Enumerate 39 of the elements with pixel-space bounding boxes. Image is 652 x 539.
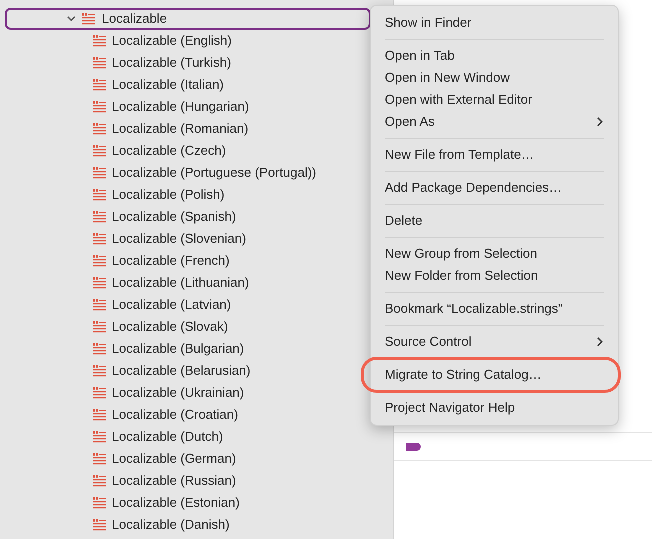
menu-item[interactable]: Show in Finder bbox=[385, 13, 472, 33]
file-label[interactable]: Localizable (German) bbox=[112, 449, 236, 469]
menu-item[interactable]: New Folder from Selection bbox=[385, 266, 538, 286]
file-label[interactable]: Localizable (Danish) bbox=[112, 515, 230, 535]
file-label[interactable]: Localizable (Portuguese (Portugal)) bbox=[112, 163, 316, 183]
menu-item[interactable]: New Group from Selection bbox=[385, 244, 538, 264]
file-label[interactable]: Localizable (Ukrainian) bbox=[112, 383, 244, 403]
menu-item[interactable]: Delete bbox=[385, 211, 423, 231]
file-label[interactable]: Localizable (Belarusian) bbox=[112, 361, 251, 381]
menu-item[interactable]: Project Navigator Help bbox=[385, 398, 516, 418]
file-label[interactable]: Localizable (French) bbox=[112, 251, 230, 271]
file-label[interactable]: Localizable (Romanian) bbox=[112, 119, 249, 139]
file-label[interactable]: Localizable (English) bbox=[112, 31, 232, 51]
menu-item[interactable]: New File from Template… bbox=[385, 145, 534, 165]
menu-item[interactable]: Migrate to String Catalog… bbox=[385, 365, 542, 385]
file-label[interactable]: Localizable (Estonian) bbox=[112, 493, 240, 513]
file-label[interactable]: Localizable (Italian) bbox=[112, 75, 224, 95]
file-label[interactable]: Localizable (Czech) bbox=[112, 141, 226, 161]
menu-item[interactable]: Source Control bbox=[385, 332, 472, 352]
file-label[interactable]: Localizable (Latvian) bbox=[112, 295, 232, 315]
file-label[interactable]: Localizable (Lithuanian) bbox=[112, 273, 250, 293]
file-label[interactable]: Localizable (Slovenian) bbox=[112, 229, 246, 249]
menu-item[interactable]: Open As bbox=[385, 112, 435, 132]
group-row[interactable]: Localizable bbox=[5, 8, 371, 30]
file-label[interactable]: Localizable (Slovak) bbox=[112, 317, 228, 337]
menu-item[interactable]: Bookmark “Localizable.strings” bbox=[385, 299, 563, 319]
menu-item[interactable]: Open in Tab bbox=[385, 46, 455, 66]
file-label[interactable]: Localizable (Dutch) bbox=[112, 427, 224, 447]
menu-item[interactable]: Open in New Window bbox=[385, 68, 510, 88]
file-label[interactable]: Localizable (Turkish) bbox=[112, 53, 232, 73]
file-label[interactable]: Localizable (Polish) bbox=[112, 185, 225, 205]
file-label[interactable]: Localizable (Hungarian) bbox=[112, 97, 250, 117]
menu-item[interactable]: Add Package Dependencies… bbox=[385, 178, 562, 198]
group-label: Localizable bbox=[102, 10, 168, 28]
menu-item[interactable]: Open with External Editor bbox=[385, 90, 532, 110]
file-label[interactable]: Localizable (Russian) bbox=[112, 471, 236, 491]
file-label[interactable]: Localizable (Spanish) bbox=[112, 207, 236, 227]
file-label[interactable]: Localizable (Croatian) bbox=[112, 405, 238, 425]
file-label[interactable]: Localizable (Bulgarian) bbox=[112, 339, 244, 359]
